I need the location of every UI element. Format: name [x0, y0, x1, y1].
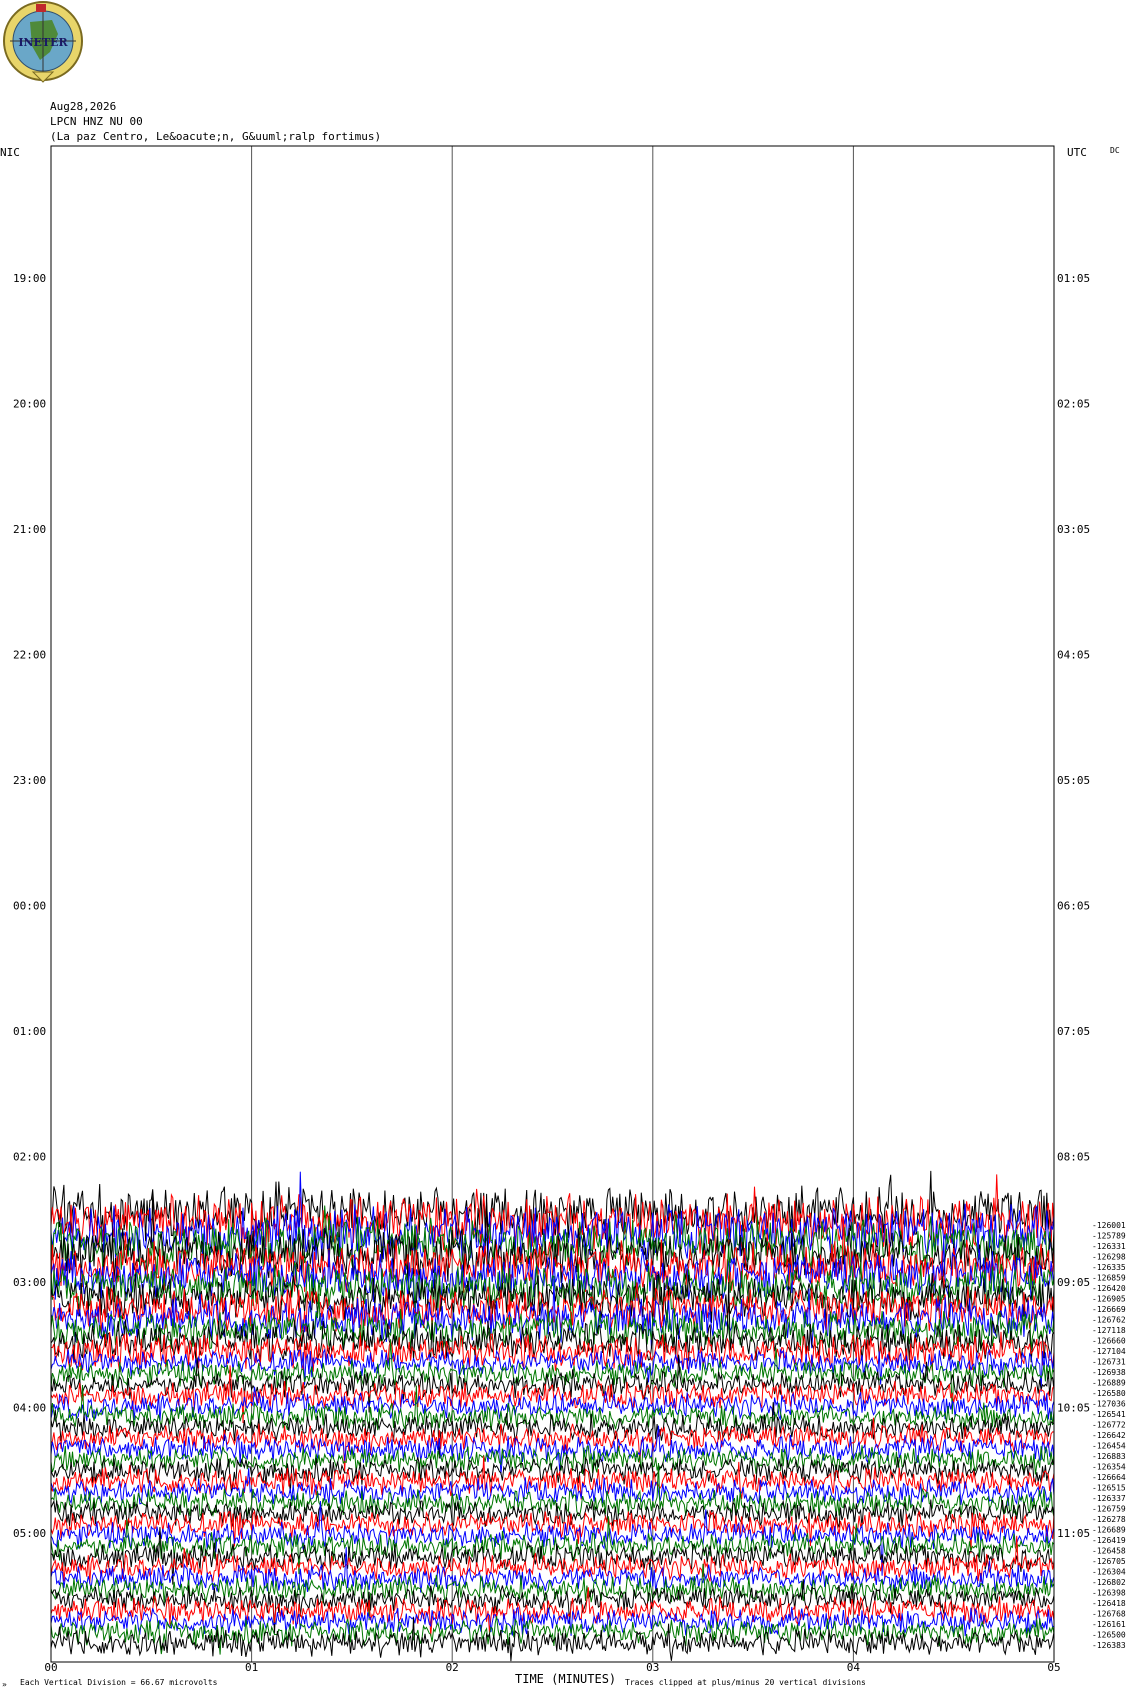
x-axis-title: TIME (MINUTES) [515, 1672, 617, 1686]
dc-offset-label: -127104 [1092, 1347, 1126, 1356]
x-tick-label: 05 [1047, 1661, 1060, 1674]
dc-offset-label: -126161 [1092, 1620, 1126, 1629]
dc-offset-label: -126418 [1092, 1599, 1126, 1608]
dc-offset-label: -126420 [1092, 1284, 1126, 1293]
left-hour-label: 00:00 [13, 900, 46, 913]
dc-offset-label: -126859 [1092, 1274, 1126, 1283]
dc-offset-label: -126689 [1092, 1526, 1126, 1535]
left-hour-label: 23:00 [13, 774, 46, 787]
helicorder-chart: 00 01 02 03 04 05 19:00 20:00 21:00 22:00 23:00 00:… [13, 145, 1126, 1674]
dc-offset-label: -126580 [1092, 1389, 1126, 1398]
right-hour-label: 06:05 [1057, 900, 1090, 913]
dc-offset-label: -126454 [1092, 1442, 1126, 1451]
right-hour-label: 01:05 [1057, 272, 1090, 285]
dc-offset-label: -126458 [1092, 1547, 1126, 1556]
dc-offset-label: -126337 [1092, 1494, 1126, 1503]
left-hour-label: 22:00 [13, 649, 46, 662]
right-hour-label: 03:05 [1057, 523, 1090, 536]
dc-offset-label: -126883 [1092, 1452, 1126, 1461]
dc-offset-label: -126298 [1092, 1253, 1126, 1262]
right-hour-label: 02:05 [1057, 398, 1090, 411]
dc-offset-label: -126278 [1092, 1515, 1126, 1524]
dc-offset-label: -126669 [1092, 1305, 1126, 1314]
dc-offset-label: -126515 [1092, 1484, 1126, 1493]
x-tick-label: 01 [245, 1661, 258, 1674]
dc-offset-label: -126419 [1092, 1536, 1126, 1545]
dc-offset-label: -126500 [1092, 1631, 1126, 1640]
trace-layer [50, 1170, 1055, 1662]
seismic-trace [50, 1425, 1055, 1475]
dc-offset-label: -126905 [1092, 1295, 1126, 1304]
dc-offset-label: -127036 [1092, 1400, 1126, 1409]
x-tick-label: 00 [44, 1661, 57, 1674]
footer-left-note: Each Vertical Division = 66.67 microvolt… [20, 1678, 218, 1687]
right-hour-label: 07:05 [1057, 1025, 1090, 1038]
dc-offset-label: -126304 [1092, 1568, 1126, 1577]
dc-offset-label: -126768 [1092, 1610, 1126, 1619]
dc-offset-label: -126335 [1092, 1263, 1126, 1272]
dc-offset-label: -127118 [1092, 1326, 1126, 1335]
dc-offset-label: -126354 [1092, 1463, 1126, 1472]
dc-offset-label: -126889 [1092, 1379, 1126, 1388]
right-hour-label: 10:05 [1057, 1402, 1090, 1415]
left-hour-label: 21:00 [13, 523, 46, 536]
left-hour-label: 04:00 [13, 1402, 46, 1415]
right-hour-label: 05:05 [1057, 774, 1090, 787]
x-tick-label: 03 [646, 1661, 659, 1674]
dc-offset-label: -125789 [1092, 1232, 1126, 1241]
x-tick-label: 04 [847, 1661, 861, 1674]
x-tick-label: 02 [446, 1661, 459, 1674]
dc-offset-label: -126772 [1092, 1421, 1126, 1430]
dc-offset-label: -126705 [1092, 1557, 1126, 1566]
dc-offset-label: -126398 [1092, 1589, 1126, 1598]
left-hour-label: 02:00 [13, 1151, 46, 1164]
dc-offset-label: -126802 [1092, 1578, 1126, 1587]
footer-right-note: Traces clipped at plus/minus 20 vertical… [625, 1678, 866, 1687]
corner-mark: » [2, 1680, 7, 1689]
dc-offset-label: -126664 [1092, 1473, 1126, 1482]
dc-offset-label: -126331 [1092, 1242, 1126, 1251]
dc-offset-label: -126660 [1092, 1337, 1126, 1346]
dc-offset-label: -126731 [1092, 1358, 1126, 1367]
dc-offset-label: -126938 [1092, 1368, 1126, 1377]
left-hour-label: 20:00 [13, 398, 46, 411]
dc-offset-label: -126541 [1092, 1410, 1126, 1419]
left-hour-label: 03:00 [13, 1276, 46, 1289]
left-hour-label: 01:00 [13, 1025, 46, 1038]
right-hour-label: 11:05 [1057, 1527, 1090, 1540]
right-hour-label: 08:05 [1057, 1151, 1090, 1164]
dc-offset-label: -126001 [1092, 1221, 1126, 1230]
right-hour-label: 09:05 [1057, 1276, 1090, 1289]
dc-offset-label: -126762 [1092, 1316, 1126, 1325]
right-hour-label: 04:05 [1057, 649, 1090, 662]
chart-axes: 00 01 02 03 04 05 19:00 20:00 21:00 22:00 23:00 00:… [13, 145, 1126, 1674]
dc-offset-label: -126383 [1092, 1641, 1126, 1650]
left-hour-label: 19:00 [13, 272, 46, 285]
dc-offset-label: -126642 [1092, 1431, 1126, 1440]
dc-offset-label: -126759 [1092, 1505, 1126, 1514]
left-hour-label: 05:00 [13, 1527, 46, 1540]
